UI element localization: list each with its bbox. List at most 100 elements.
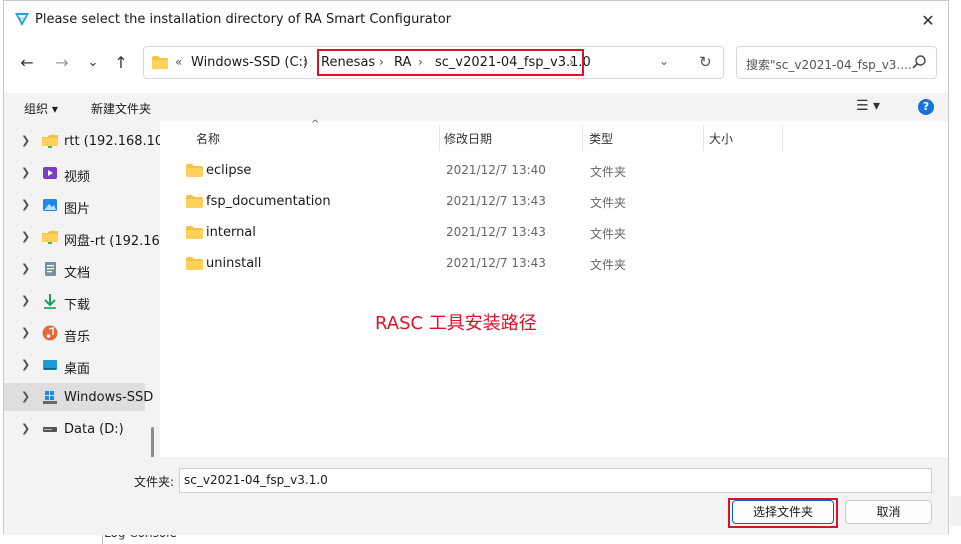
sidebar-item-music[interactable]: ❯ 音乐: [4, 319, 145, 347]
new-folder-button[interactable]: 新建文件夹: [91, 100, 151, 117]
sidebar-item-label: 下载: [64, 298, 91, 313]
sidebar-item-label: 音乐: [64, 330, 91, 345]
file-type: 文件夹: [590, 196, 627, 210]
chevron-right-icon[interactable]: ❯: [21, 358, 30, 371]
sidebar-scrollbar[interactable]: [151, 427, 154, 457]
breadcrumb-drive[interactable]: Windows-SSD (C:): [191, 55, 308, 70]
chevron-right-icon[interactable]: ❯: [21, 390, 30, 403]
folder-name-value: sc_v2021-04_fsp_v3.1.0: [184, 473, 328, 487]
sidebar-item-label: 文档: [64, 266, 91, 281]
file-date: 2021/12/7 13:43: [446, 256, 546, 270]
folder-icon: [152, 56, 168, 69]
background-panel: [950, 496, 961, 526]
file-name: fsp_documentation: [206, 194, 331, 209]
file-row[interactable]: internal 2021/12/7 13:43 文件夹: [161, 217, 948, 248]
help-icon[interactable]: ?: [918, 99, 934, 115]
address-dropdown-icon[interactable]: ⌄: [659, 54, 669, 68]
chevron-right-icon[interactable]: ❯: [21, 294, 30, 307]
sidebar-item-netdisk[interactable]: ❯ 网盘-rt (192.16: [4, 223, 160, 251]
chevron-right-icon[interactable]: ❯: [21, 422, 30, 435]
annotation-text: RASC 工具安装路径: [375, 313, 537, 334]
arrow-left-icon: ←: [20, 53, 34, 72]
forward-button[interactable]: →: [51, 53, 73, 73]
arrow-right-icon: →: [55, 53, 69, 72]
search-input[interactable]: 搜索"sc_v2021-04_fsp_v3....: [736, 46, 937, 79]
file-date: 2021/12/7 13:40: [446, 163, 546, 177]
column-header-date[interactable]: 修改日期: [444, 130, 492, 147]
app-icon: sc: [15, 13, 29, 26]
title-bar: sc Please select the installation direct…: [4, 1, 948, 39]
address-bar[interactable]: « Windows-SSD (C:) › Renesas › RA › sc_v…: [143, 46, 724, 79]
search-placeholder: 搜索"sc_v2021-04_fsp_v3....: [746, 58, 911, 72]
sidebar-item-pictures[interactable]: ❯ 图片: [4, 191, 145, 219]
folder-icon: [186, 195, 203, 208]
cancel-button[interactable]: 取消: [845, 500, 932, 524]
command-bar: 组织 ▾ 新建文件夹 ☰ ▾ ?: [4, 93, 948, 121]
sidebar-item-downloads[interactable]: ❯ 下载: [4, 287, 145, 315]
close-button[interactable]: ✕: [916, 9, 940, 33]
chevron-right-icon[interactable]: ❯: [21, 134, 30, 147]
chevron-right-icon[interactable]: ❯: [21, 230, 30, 243]
column-divider[interactable]: [782, 125, 783, 151]
sidebar-item-windows-ssd[interactable]: ❯ Windows-SSD: [4, 383, 153, 411]
video-icon: [43, 167, 57, 179]
folder-name-input[interactable]: sc_v2021-04_fsp_v3.1.0: [179, 468, 932, 493]
back-button[interactable]: ←: [16, 53, 38, 73]
column-header-name[interactable]: 名称: [196, 130, 220, 147]
chevron-right-icon[interactable]: ❯: [21, 262, 30, 275]
column-divider[interactable]: [582, 125, 583, 151]
folder-picker-dialog: sc Please select the installation direct…: [3, 0, 949, 535]
file-name: eclipse: [206, 163, 252, 178]
file-list: ^ 名称 修改日期 类型 大小 eclipse 2021/12/7 13:40 …: [161, 119, 948, 457]
network-folder-icon: [42, 231, 58, 244]
file-type: 文件夹: [590, 227, 627, 241]
file-date: 2021/12/7 13:43: [446, 194, 546, 208]
file-type: 文件夹: [590, 258, 627, 272]
chevron-right-icon[interactable]: ❯: [21, 166, 30, 179]
file-row[interactable]: eclipse 2021/12/7 13:40 文件夹: [161, 155, 948, 186]
close-icon: ✕: [921, 11, 935, 30]
sort-indicator-icon: ^: [311, 119, 320, 130]
file-row[interactable]: uninstall 2021/12/7 13:43 文件夹: [161, 248, 948, 279]
column-header-type[interactable]: 类型: [589, 130, 613, 147]
folder-field-label: 文件夹:: [134, 475, 175, 489]
sidebar-item-documents[interactable]: ❯ 文档: [4, 255, 145, 283]
column-divider[interactable]: [439, 125, 440, 151]
picture-icon: [43, 199, 57, 211]
drive-c-icon: [43, 391, 57, 404]
sidebar-item-label: Windows-SSD: [64, 390, 154, 405]
drive-d-icon: [43, 427, 57, 432]
up-button[interactable]: ↑: [110, 53, 132, 73]
dialog-title: Please select the installation directory…: [35, 12, 452, 27]
file-name: uninstall: [206, 256, 262, 271]
sidebar-item-label: 桌面: [64, 362, 91, 377]
view-options-icon[interactable]: ☰ ▾: [856, 98, 880, 114]
recent-locations-button[interactable]: ⌄: [82, 53, 104, 73]
sidebar-item-desktop[interactable]: ❯ 桌面: [4, 351, 145, 379]
sidebar-item-videos[interactable]: ❯ 视频: [4, 159, 145, 187]
download-icon: [44, 294, 56, 309]
refresh-icon[interactable]: ↻: [699, 53, 712, 71]
desktop-icon: [43, 360, 57, 370]
column-divider[interactable]: [703, 125, 704, 151]
sidebar-item-data-d[interactable]: ❯ Data (D:): [4, 415, 145, 443]
file-type: 文件夹: [590, 165, 627, 179]
sidebar-item-label: 图片: [64, 202, 91, 217]
column-header-size[interactable]: 大小: [709, 130, 733, 147]
chevron-right-icon[interactable]: ❯: [21, 198, 30, 211]
address-overflow[interactable]: «: [175, 55, 182, 69]
breadcrumb-separator[interactable]: ›: [303, 55, 308, 69]
navigation-pane: ❯ rtt (192.168.10 ❯ 视频 ❯ 图片 ❯ 网盘-rt (192…: [4, 121, 160, 457]
sidebar-item-rtt[interactable]: ❯ rtt (192.168.10: [4, 127, 160, 155]
organize-menu[interactable]: 组织 ▾: [24, 100, 58, 117]
svg-text:sc: sc: [19, 17, 24, 22]
document-icon: [45, 262, 56, 276]
chevron-right-icon[interactable]: ❯: [21, 326, 30, 339]
sidebar-item-label: Data (D:): [64, 422, 124, 437]
arrow-up-icon: ↑: [114, 53, 128, 72]
folder-icon: [186, 164, 203, 177]
music-icon: [42, 325, 58, 341]
network-folder-icon: [42, 135, 58, 148]
file-row[interactable]: fsp_documentation 2021/12/7 13:43 文件夹: [161, 186, 948, 217]
select-folder-button[interactable]: 选择文件夹: [732, 500, 834, 524]
